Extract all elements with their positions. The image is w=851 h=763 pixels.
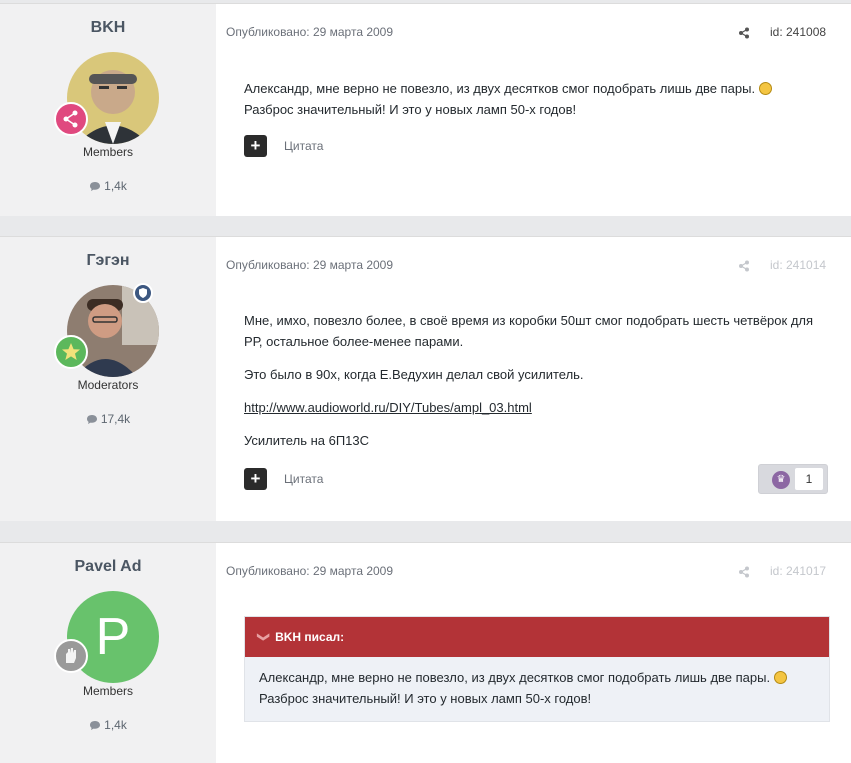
post-count-value: 1,4k <box>104 718 127 732</box>
post-id[interactable]: id: 241014 <box>770 258 826 272</box>
quote-button[interactable]: Цитата <box>284 139 323 153</box>
post-content: Александр, мне верно не повезло, из двух… <box>244 78 834 120</box>
author-name[interactable]: BKH <box>0 19 216 37</box>
blockquote-body: Александр, мне верно не повезло, из двух… <box>245 657 829 721</box>
author-panel: Pavel Ad P Members 1,4k <box>0 543 216 763</box>
post-content: Мне, имхо, повезло более, в своё время и… <box>244 310 834 463</box>
post-paragraph: Усилитель на 6П13С <box>244 433 370 448</box>
post-date[interactable]: Опубликовано: 29 марта 2009 <box>226 564 393 578</box>
post-date[interactable]: Опубликовано: 29 марта 2009 <box>226 25 393 39</box>
multiquote-button[interactable]: + <box>244 135 267 157</box>
speech-bubble-icon <box>89 181 101 195</box>
post-paragraph: Это было в 90х, когда Е.Ведухин делал св… <box>244 367 584 382</box>
blockquote-header[interactable]: ❯ BKH писал: <box>245 617 829 657</box>
share-icon[interactable] <box>738 259 750 277</box>
quote-button[interactable]: Цитата <box>284 472 323 486</box>
rank-badge-icon <box>54 639 88 673</box>
rank-badge-icon <box>54 102 88 136</box>
trophy-icon: ♛ <box>772 471 790 489</box>
post-241017: Pavel Ad P Members 1,4k Опубликовано: 29… <box>0 542 851 763</box>
blockquote-text-line: Александр, мне верно не повезло, из двух… <box>259 670 771 685</box>
author-panel: BKH Members 1,4k <box>0 4 216 216</box>
share-icon[interactable] <box>738 26 750 44</box>
post-241008: BKH Members 1,4k Опубликовано: 29 марта … <box>0 3 851 216</box>
blockquote-citation: BKH писал: <box>275 630 345 644</box>
multiquote-button[interactable]: + <box>244 468 267 490</box>
author-name[interactable]: Гэгэн <box>0 252 216 270</box>
post-date[interactable]: Опубликовано: 29 марта 2009 <box>226 258 393 272</box>
post-241014: Гэгэн Moderators 17,4k Опубликовано: 29 … <box>0 236 851 521</box>
sad-emoji-icon <box>758 82 772 95</box>
post-id[interactable]: id: 241008 <box>770 25 826 39</box>
author-name[interactable]: Pavel Ad <box>0 558 216 576</box>
author-group: Moderators <box>77 378 139 392</box>
author-group: Members <box>82 145 133 159</box>
post-count-value: 1,4k <box>104 179 127 193</box>
speech-bubble-icon <box>89 720 101 734</box>
reaction-count: 1 <box>795 468 823 490</box>
post-link[interactable]: http://www.audioworld.ru/DIY/Tubes/ampl_… <box>244 400 532 415</box>
post-count: 17,4k <box>0 412 216 428</box>
chevron-down-icon: ❯ <box>257 631 272 643</box>
post-id[interactable]: id: 241017 <box>770 564 826 578</box>
post-count: 1,4k <box>0 718 216 734</box>
moderator-shield-icon <box>133 283 153 303</box>
blockquote-text-line: Разброс значительный! И это у новых ламп… <box>259 691 592 706</box>
author-panel: Гэгэн Moderators 17,4k <box>0 237 216 521</box>
sad-emoji-icon <box>773 671 787 684</box>
author-group: Members <box>82 684 133 698</box>
post-text-line: Александр, мне верно не повезло, из двух… <box>244 81 756 96</box>
blockquote: ❯ BKH писал: Александр, мне верно не пове… <box>244 616 830 722</box>
post-count-value: 17,4k <box>100 412 131 426</box>
rank-badge-icon <box>54 335 88 369</box>
post-count: 1,4k <box>0 179 216 195</box>
post-paragraph: Мне, имхо, повезло более, в своё время и… <box>244 313 814 349</box>
post-text-line: Разброс значительный! И это у новых ламп… <box>244 102 577 117</box>
share-icon[interactable] <box>738 565 750 583</box>
speech-bubble-icon <box>86 414 98 428</box>
reaction-summary[interactable]: ♛ 1 <box>758 464 828 494</box>
